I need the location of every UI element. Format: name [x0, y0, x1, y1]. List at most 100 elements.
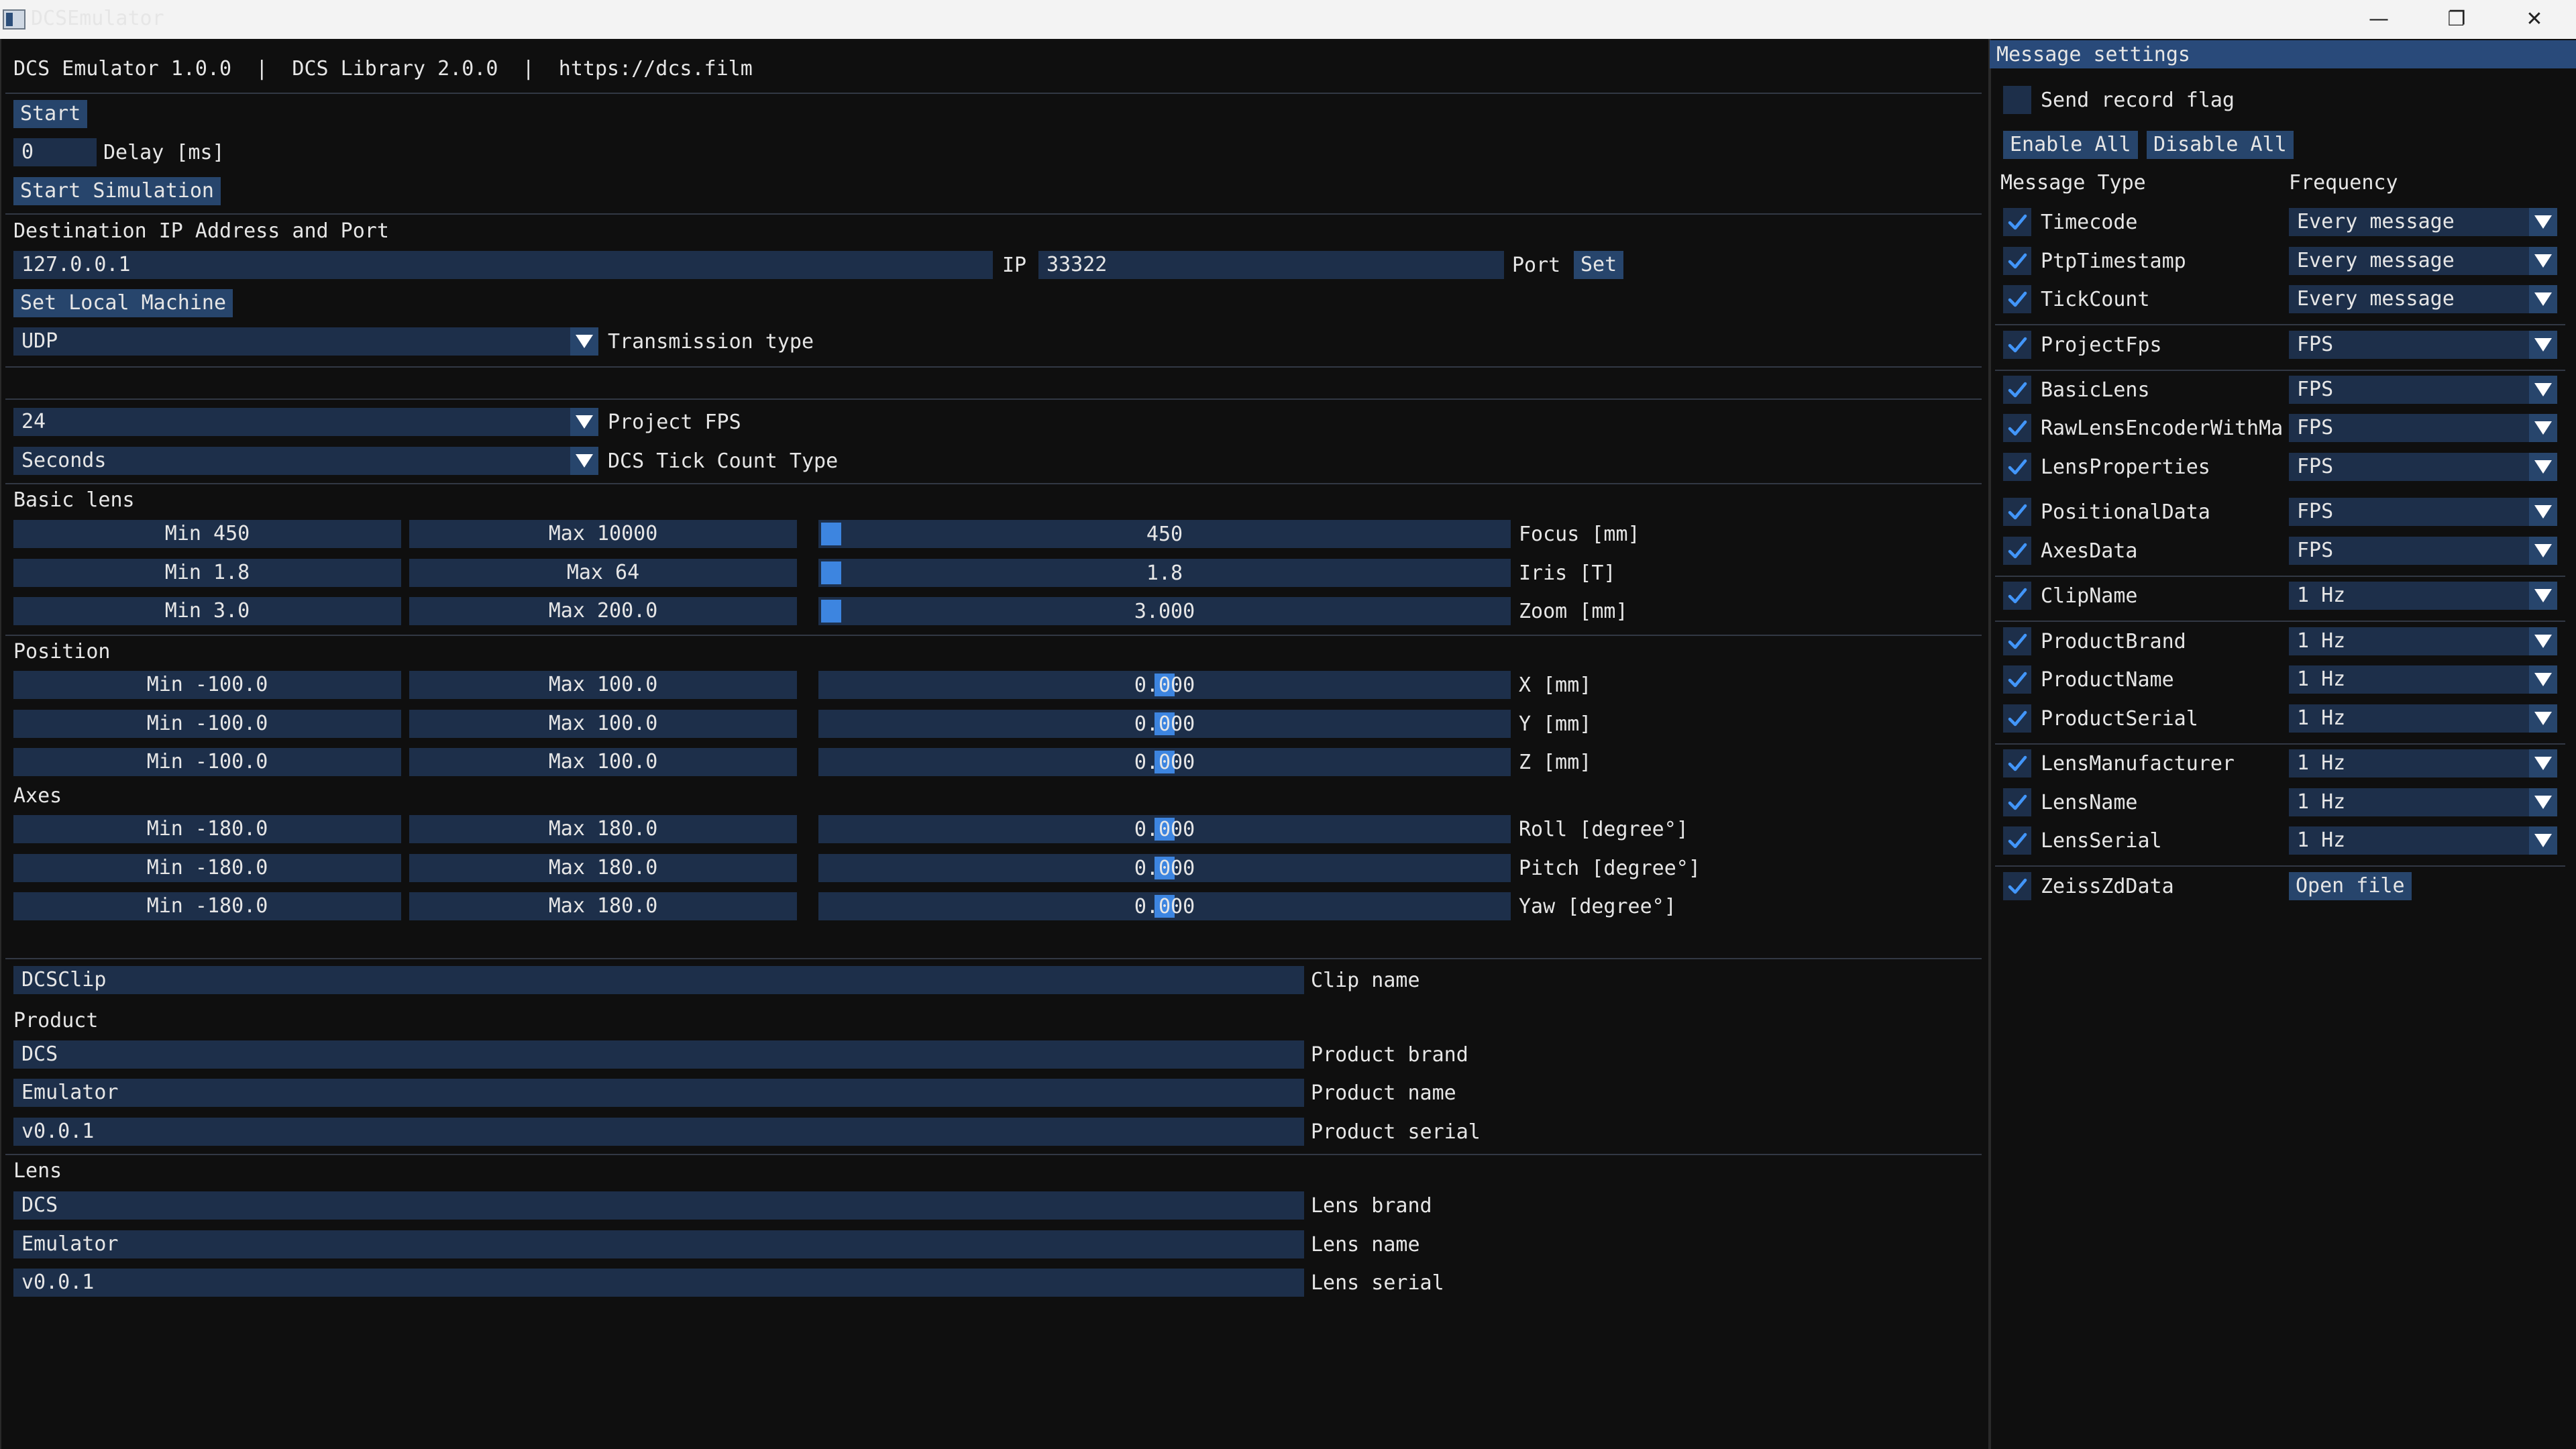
- chevron-down-icon[interactable]: [2529, 247, 2557, 275]
- clip-name-label: Clip name: [1311, 969, 1420, 992]
- message-checkbox[interactable]: [2003, 331, 2031, 359]
- chevron-down-icon[interactable]: [2529, 704, 2557, 733]
- chevron-down-icon[interactable]: [2529, 627, 2557, 655]
- frequency-combo[interactable]: FPS: [2289, 331, 2529, 359]
- product-name-input[interactable]: Emulator: [13, 1079, 1304, 1107]
- open-file-button[interactable]: Open file: [2289, 872, 2412, 900]
- min-input[interactable]: Min 450: [13, 520, 401, 548]
- frequency-combo[interactable]: 1 Hz: [2289, 704, 2529, 733]
- chevron-down-icon[interactable]: [2529, 208, 2557, 236]
- frequency-combo[interactable]: Every message: [2289, 285, 2529, 313]
- message-checkbox[interactable]: [2003, 582, 2031, 610]
- frequency-combo[interactable]: 1 Hz: [2289, 665, 2529, 694]
- lens-brand-input[interactable]: DCS: [13, 1191, 1304, 1220]
- message-checkbox[interactable]: [2003, 665, 2031, 694]
- frequency-combo[interactable]: FPS: [2289, 537, 2529, 565]
- chevron-down-icon[interactable]: [2529, 376, 2557, 404]
- message-checkbox[interactable]: [2003, 826, 2031, 855]
- frequency-combo[interactable]: 1 Hz: [2289, 582, 2529, 610]
- set-port-button[interactable]: Set: [1574, 251, 1624, 279]
- start-simulation-button[interactable]: Start Simulation: [13, 177, 221, 205]
- frequency-combo[interactable]: Every message: [2289, 247, 2529, 275]
- chevron-down-icon[interactable]: [2529, 788, 2557, 816]
- message-checkbox[interactable]: [2003, 414, 2031, 442]
- close-button[interactable]: ✕: [2496, 0, 2573, 39]
- max-input[interactable]: Max 180.0: [409, 853, 797, 882]
- minimize-button[interactable]: —: [2340, 0, 2418, 39]
- chevron-down-icon[interactable]: [570, 408, 598, 436]
- separator: [5, 366, 1982, 368]
- frequency-combo[interactable]: FPS: [2289, 414, 2529, 442]
- frequency-combo[interactable]: 1 Hz: [2289, 627, 2529, 655]
- message-checkbox[interactable]: [2003, 788, 2031, 816]
- port-input[interactable]: 33322: [1038, 251, 1504, 279]
- min-input[interactable]: Min 3.0: [13, 597, 401, 625]
- chevron-down-icon[interactable]: [2529, 537, 2557, 565]
- maximize-button[interactable]: ❐: [2418, 0, 2496, 39]
- message-checkbox[interactable]: [2003, 537, 2031, 565]
- message-checkbox[interactable]: [2003, 627, 2031, 655]
- min-input[interactable]: Min -180.0: [13, 892, 401, 920]
- max-input[interactable]: Max 200.0: [409, 597, 797, 625]
- chevron-down-icon[interactable]: [2529, 498, 2557, 526]
- message-type-label: AxesData: [2041, 541, 2138, 561]
- frequency-combo[interactable]: FPS: [2289, 453, 2529, 481]
- chevron-down-icon[interactable]: [2529, 826, 2557, 855]
- lens-serial-input[interactable]: v0.0.1: [13, 1269, 1304, 1297]
- min-input[interactable]: Min -100.0: [13, 748, 401, 776]
- frequency-combo[interactable]: FPS: [2289, 498, 2529, 526]
- frequency-combo[interactable]: FPS: [2289, 376, 2529, 404]
- max-input[interactable]: Max 180.0: [409, 892, 797, 920]
- max-input[interactable]: Max 100.0: [409, 748, 797, 776]
- delay-input[interactable]: 0: [13, 138, 97, 166]
- min-input[interactable]: Min 1.8: [13, 558, 401, 587]
- min-input[interactable]: Min -100.0: [13, 671, 401, 699]
- max-input[interactable]: Max 100.0: [409, 671, 797, 699]
- message-checkbox[interactable]: [2003, 498, 2031, 526]
- window-title-bar: [0, 0, 2576, 39]
- max-input[interactable]: Max 180.0: [409, 815, 797, 843]
- chevron-down-icon[interactable]: [2529, 665, 2557, 694]
- message-checkbox[interactable]: [2003, 376, 2031, 404]
- max-input[interactable]: Max 10000: [409, 520, 797, 548]
- frequency-combo[interactable]: 1 Hz: [2289, 749, 2529, 777]
- record-flag-checkbox[interactable]: [2003, 86, 2031, 114]
- product-brand-input[interactable]: DCS: [13, 1040, 1304, 1069]
- message-checkbox[interactable]: [2003, 247, 2031, 275]
- frequency-combo[interactable]: Every message: [2289, 208, 2529, 236]
- message-checkbox[interactable]: [2003, 704, 2031, 733]
- set-local-machine-button[interactable]: Set Local Machine: [13, 289, 233, 317]
- chevron-down-icon[interactable]: [2529, 582, 2557, 610]
- max-input[interactable]: Max 100.0: [409, 709, 797, 738]
- lens-name-input[interactable]: Emulator: [13, 1230, 1304, 1258]
- chevron-down-icon[interactable]: [2529, 749, 2557, 777]
- enable-all-button[interactable]: Enable All: [2003, 131, 2138, 159]
- message-checkbox[interactable]: [2003, 208, 2031, 236]
- min-input[interactable]: Min -180.0: [13, 815, 401, 843]
- message-checkbox[interactable]: [2003, 872, 2031, 900]
- product-serial-input[interactable]: v0.0.1: [13, 1118, 1304, 1146]
- min-input[interactable]: Min -100.0: [13, 709, 401, 738]
- tick-count-combo[interactable]: Seconds: [13, 447, 570, 475]
- frequency-combo[interactable]: 1 Hz: [2289, 788, 2529, 816]
- ip-input[interactable]: 127.0.0.1: [13, 251, 993, 279]
- clip-name-input[interactable]: DCSClip: [13, 966, 1304, 994]
- max-input[interactable]: Max 64: [409, 558, 797, 587]
- min-input[interactable]: Min -180.0: [13, 853, 401, 882]
- message-checkbox[interactable]: [2003, 749, 2031, 777]
- chevron-down-icon[interactable]: [2529, 331, 2557, 359]
- separator: [1995, 324, 2565, 325]
- start-button[interactable]: Start: [13, 100, 88, 128]
- disable-all-button[interactable]: Disable All: [2147, 131, 2294, 159]
- message-checkbox[interactable]: [2003, 453, 2031, 481]
- transmission-combo[interactable]: UDP: [13, 327, 570, 356]
- message-type-label: ZeissZdData: [2041, 877, 2174, 897]
- fps-combo[interactable]: 24: [13, 408, 570, 436]
- message-checkbox[interactable]: [2003, 285, 2031, 313]
- chevron-down-icon[interactable]: [2529, 285, 2557, 313]
- chevron-down-icon[interactable]: [2529, 414, 2557, 442]
- frequency-combo[interactable]: 1 Hz: [2289, 826, 2529, 855]
- chevron-down-icon[interactable]: [570, 447, 598, 475]
- chevron-down-icon[interactable]: [570, 327, 598, 356]
- chevron-down-icon[interactable]: [2529, 453, 2557, 481]
